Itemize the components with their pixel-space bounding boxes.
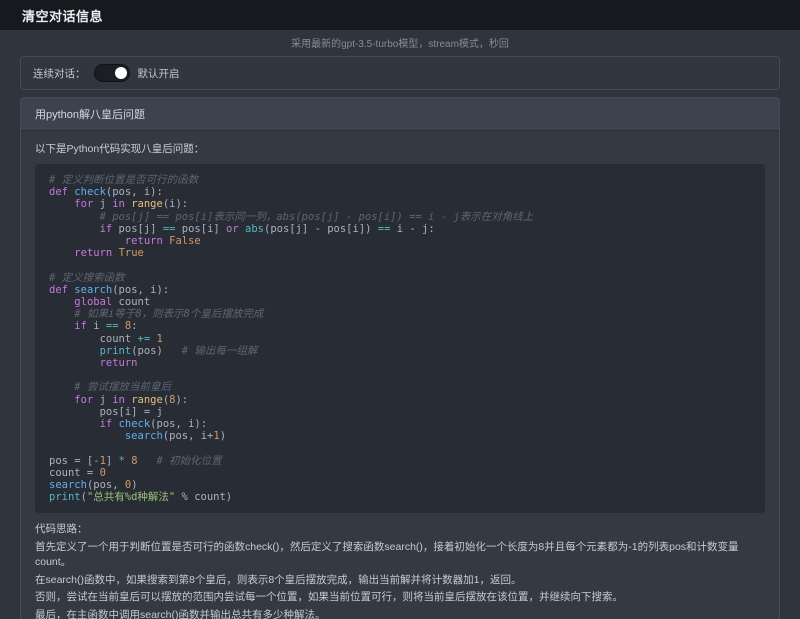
explanation-line: 首先定义了一个用于判断位置是否可行的函数check()，然后定义了搜索函数sea… <box>35 540 765 571</box>
clear-chat-button[interactable]: 清空对话信息 <box>22 6 103 25</box>
model-info-text: 采用最新的gpt-3.5-turbo模型，stream模式，秒回 <box>0 30 800 56</box>
assistant-message: 以下是Python代码实现八皇后问题： # 定义判断位置是否可行的函数def c… <box>21 131 779 619</box>
explanation-heading: 代码思路： <box>35 522 765 538</box>
continuous-chat-toggle[interactable] <box>94 64 130 82</box>
explanation: 代码思路： 首先定义了一个用于判断位置是否可行的函数check()，然后定义了搜… <box>35 522 765 619</box>
toggle-status-label: 默认开启 <box>138 66 180 81</box>
chat-panel: 用python解八皇后问题 以下是Python代码实现八皇后问题： # 定义判断… <box>20 97 780 619</box>
continuous-chat-label: 连续对话： <box>33 66 86 81</box>
toggle-knob <box>115 67 127 79</box>
explanation-line: 最后，在主函数中调用search()函数并输出总共有多少种解法。 <box>35 608 765 619</box>
explanation-line: 在search()函数中，如果搜索到第8个皇后，则表示8个皇后摆放完成，输出当前… <box>35 573 765 589</box>
code-block[interactable]: # 定义判断位置是否可行的函数def check(pos, i): for j … <box>35 164 765 513</box>
top-bar: 清空对话信息 <box>0 0 800 30</box>
assistant-intro: 以下是Python代码实现八皇后问题： <box>35 141 765 156</box>
user-message: 用python解八皇后问题 <box>21 98 779 131</box>
settings-panel: 连续对话： 默认开启 <box>20 56 780 90</box>
explanation-line: 否则，尝试在当前皇后可以摆放的范围内尝试每一个位置，如果当前位置可行，则将当前皇… <box>35 590 765 606</box>
